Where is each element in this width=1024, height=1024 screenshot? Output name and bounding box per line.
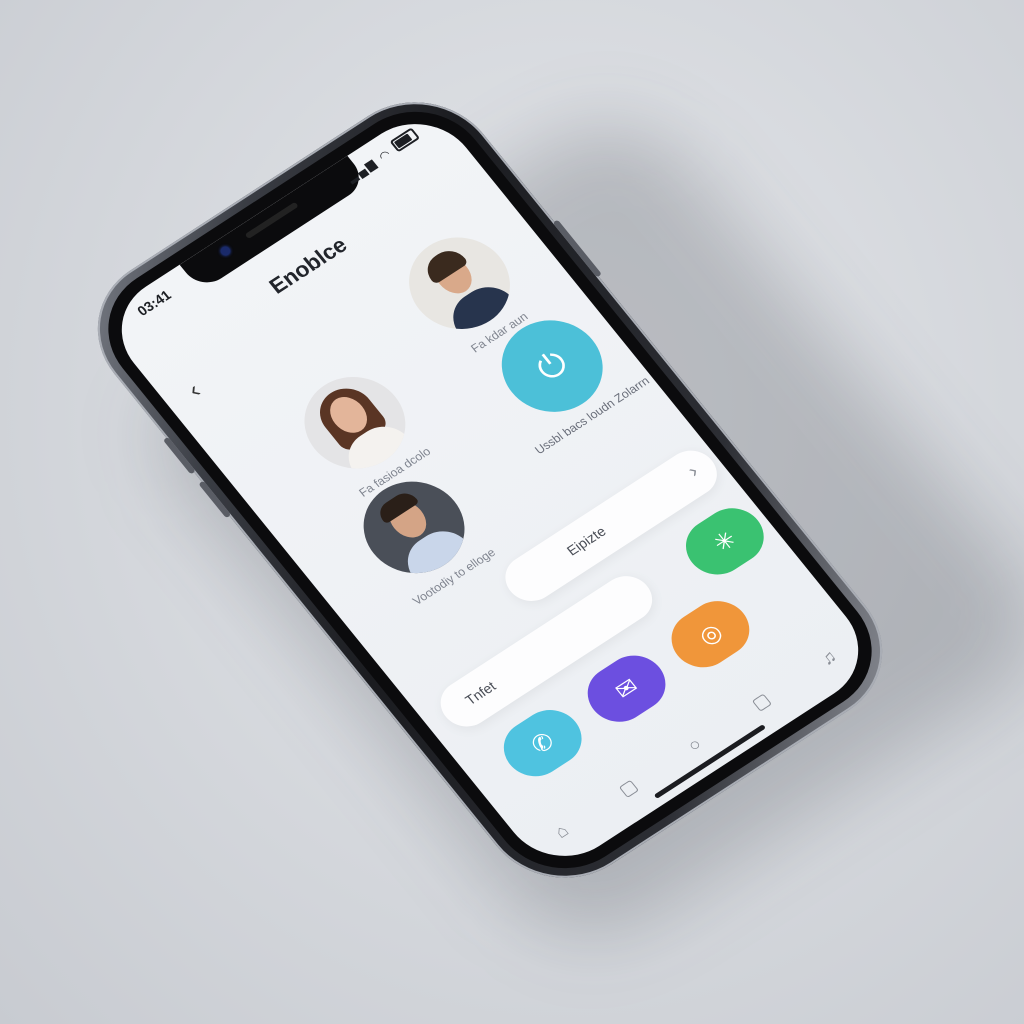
search-pill-label: Tnfet xyxy=(461,678,499,708)
sparkle-icon: ✳ xyxy=(707,525,742,558)
battery-icon xyxy=(389,127,421,153)
phone-icon: ✆ xyxy=(525,727,560,760)
chevron-left-icon[interactable]: ‹ xyxy=(182,378,206,404)
sparkle-app-button[interactable]: ✳ xyxy=(673,497,776,586)
action-pill-label: Eipizte xyxy=(563,523,609,559)
chevron-right-icon: › xyxy=(683,460,704,482)
chat-icon: ✉ xyxy=(609,672,644,705)
square-icon[interactable]: ▢ xyxy=(614,775,642,801)
wifi-icon: ◠ xyxy=(375,145,396,164)
status-time: 03:41 xyxy=(133,286,175,319)
chat-app-button[interactable]: ✉ xyxy=(575,644,678,733)
status-icons: ▂▄▆ ◠ xyxy=(342,127,422,185)
home-icon[interactable]: ⌂ xyxy=(550,820,572,842)
camera-app-button[interactable]: ◎ xyxy=(659,590,762,679)
bell-icon[interactable]: ♫ xyxy=(816,646,841,670)
phone-screen: 03:41 ▂▄▆ ◠ Enoblce ‹ Fa kdar aun Fa fas… xyxy=(97,102,883,878)
circle-icon[interactable]: ○ xyxy=(683,734,705,756)
phone-app-button[interactable]: ✆ xyxy=(491,699,594,788)
camera-icon: ◎ xyxy=(693,617,728,651)
square-icon[interactable]: ▢ xyxy=(747,689,775,715)
